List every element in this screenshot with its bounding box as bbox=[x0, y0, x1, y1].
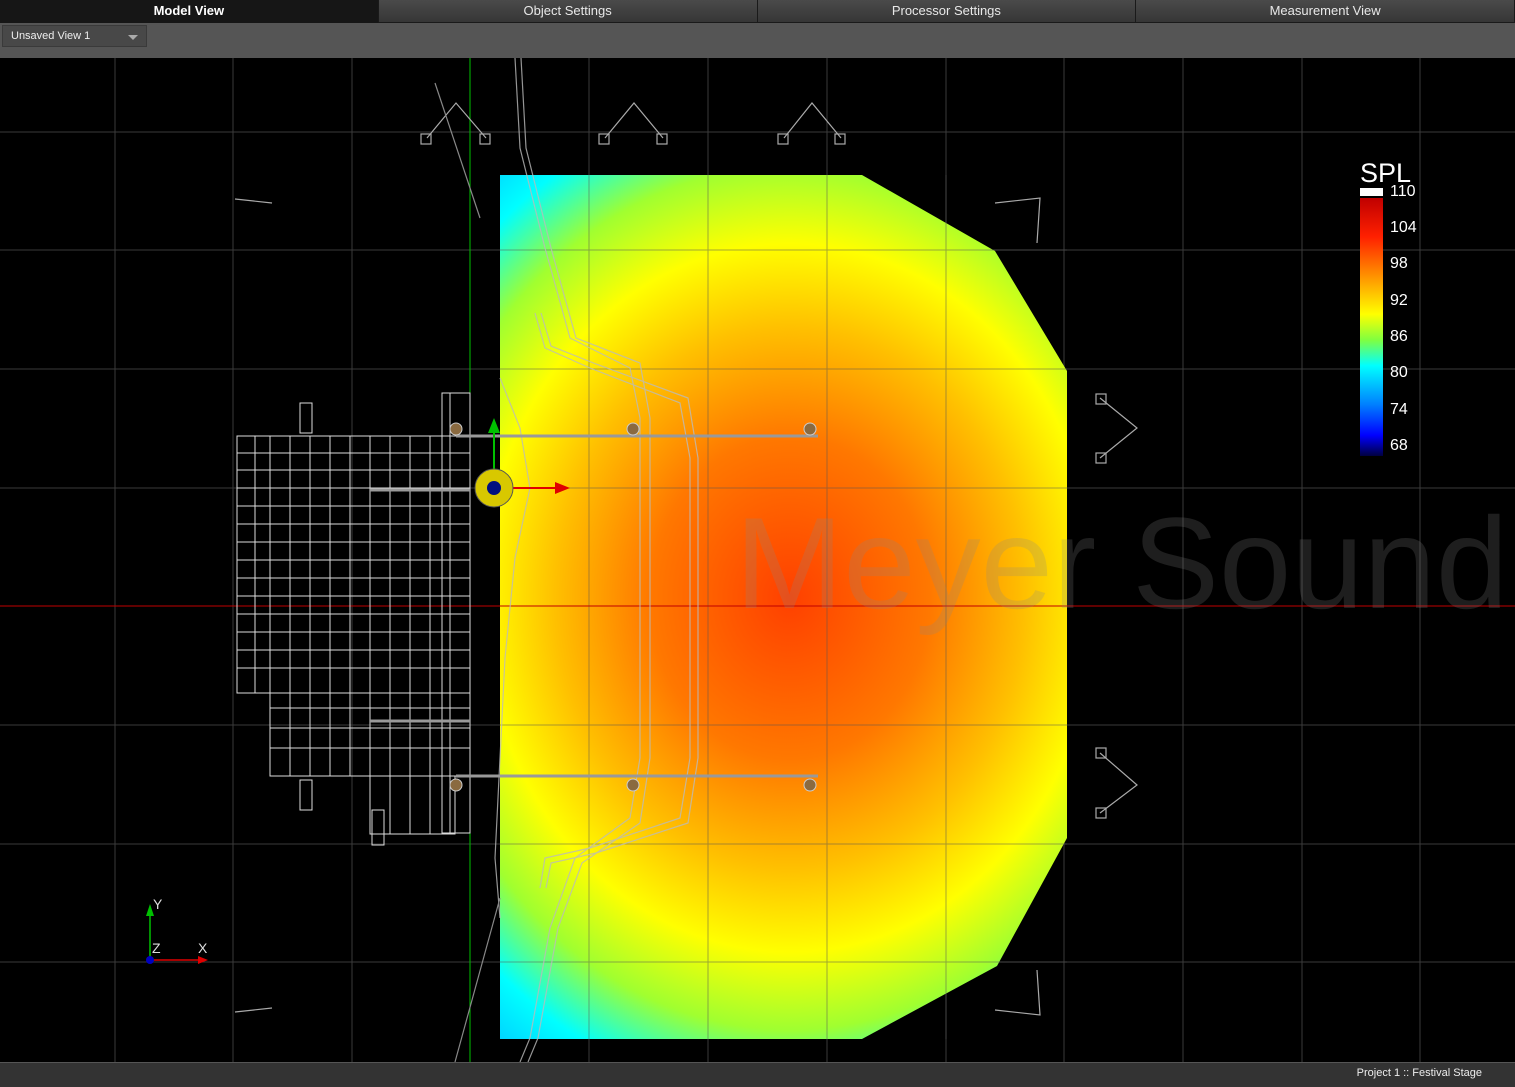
tab-bar: Model View Object Settings Processor Set… bbox=[0, 0, 1515, 23]
legend-color-bar bbox=[1360, 198, 1383, 456]
legend-level: 104 bbox=[1390, 219, 1417, 236]
tab-processor-settings[interactable]: Processor Settings bbox=[757, 0, 1137, 23]
scene-svg: Meyer Sound bbox=[0, 58, 1515, 1062]
legend-level: 86 bbox=[1390, 328, 1408, 345]
legend-level: 98 bbox=[1390, 255, 1408, 272]
status-bar: Project 1 :: Festival Stage bbox=[0, 1062, 1515, 1087]
legend-level: 80 bbox=[1390, 364, 1408, 381]
legend-level: 92 bbox=[1390, 292, 1408, 309]
watermark-logo: Meyer Sound bbox=[735, 490, 1508, 636]
model-viewport[interactable]: Meyer Sound Y Z X SPL 110 104 98 92 86 8… bbox=[0, 58, 1515, 1062]
axis-label-y: Y bbox=[153, 896, 163, 912]
view-selector-dropdown[interactable]: Unsaved View 1 bbox=[2, 25, 147, 47]
axis-label-x: X bbox=[198, 940, 208, 956]
legend-level: 74 bbox=[1390, 401, 1408, 418]
legend-level: 68 bbox=[1390, 437, 1408, 454]
toolbar: Unsaved View 1 bbox=[0, 23, 1515, 59]
project-status-text: Project 1 :: Festival Stage bbox=[1356, 1067, 1482, 1079]
view-selector-value: Unsaved View 1 bbox=[11, 30, 91, 42]
tab-object-settings[interactable]: Object Settings bbox=[378, 0, 758, 23]
tab-model-view[interactable]: Model View bbox=[0, 0, 379, 23]
axis-label-z: Z bbox=[152, 940, 161, 956]
watermark-text: Meyer Sound bbox=[735, 490, 1508, 636]
legend-level: 110 bbox=[1390, 183, 1416, 200]
tab-measurement-view[interactable]: Measurement View bbox=[1136, 0, 1515, 23]
stage-structure bbox=[236, 392, 471, 846]
legend-swatch-max bbox=[1360, 188, 1383, 196]
spl-legend: SPL 110 104 98 92 86 80 74 68 bbox=[1360, 158, 1420, 460]
chevron-down-icon bbox=[128, 35, 138, 40]
